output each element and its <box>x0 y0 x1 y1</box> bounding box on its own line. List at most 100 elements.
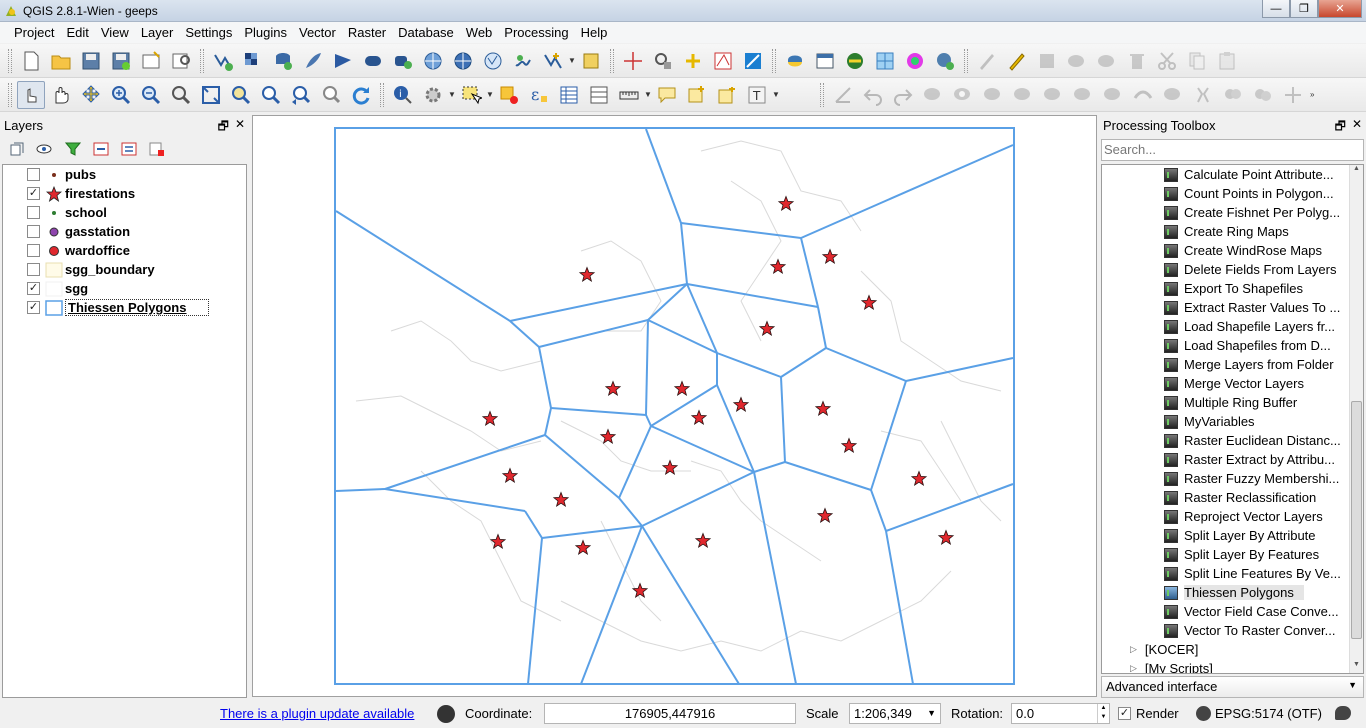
firestation-star[interactable] <box>631 582 649 599</box>
rotate-point-symbols-button[interactable] <box>1279 81 1307 109</box>
run-feature-action-button[interactable] <box>419 81 447 109</box>
firestation-star[interactable] <box>777 195 795 212</box>
add-postgis-layer-button[interactable] <box>269 47 297 75</box>
toolbox-tool-item[interactable]: Load Shapefile Layers fr... <box>1102 317 1363 336</box>
toolbox-tool-item[interactable]: Split Line Features By Ve... <box>1102 564 1363 583</box>
toolbox-tool-item[interactable]: Split Layer By Attribute <box>1102 526 1363 545</box>
coordinate-field[interactable]: 176905,447916 <box>544 703 796 724</box>
render-checkbox[interactable]: ✓ <box>1118 707 1131 720</box>
firestation-star[interactable] <box>661 459 679 476</box>
split-features-button[interactable] <box>1159 81 1187 109</box>
scroll-thumb[interactable] <box>1351 401 1362 639</box>
new-gpx-layer-button[interactable] <box>577 47 605 75</box>
zoom-full-button[interactable] <box>197 81 225 109</box>
zoom-out-button[interactable] <box>137 81 165 109</box>
toolbox-tool-item[interactable]: Count Points in Polygon... <box>1102 184 1363 203</box>
toolbox-tool-item[interactable]: Merge Vector Layers <box>1102 374 1363 393</box>
open-project-button[interactable] <box>47 47 75 75</box>
layer-row[interactable]: wardoffice <box>3 241 246 260</box>
toolbox-tool-item[interactable]: Reproject Vector Layers <box>1102 507 1363 526</box>
float-panel-icon[interactable]: 🗗 <box>1335 117 1346 138</box>
chevron-down-icon[interactable]: ▼ <box>772 90 780 99</box>
new-project-button[interactable] <box>17 47 45 75</box>
firestation-star[interactable] <box>816 507 834 524</box>
interface-mode-select[interactable]: Advanced interface ▼ <box>1101 676 1364 698</box>
zoom-to-layer-button[interactable] <box>227 81 255 109</box>
toolbox-tool-item[interactable]: Raster Euclidean Distanc... <box>1102 431 1363 450</box>
toolbox-tool-item[interactable]: Create WindRose Maps <box>1102 241 1363 260</box>
layer-row[interactable]: ✓ sgg <box>3 279 246 298</box>
reshape-features-button[interactable] <box>1099 81 1127 109</box>
menu-plugins[interactable]: Plugins <box>238 25 293 40</box>
table-manager-button[interactable] <box>811 47 839 75</box>
chevron-right-icon[interactable]: » <box>1310 90 1318 99</box>
firestation-star[interactable] <box>552 491 570 508</box>
menu-processing[interactable]: Processing <box>498 25 574 40</box>
firestation-star[interactable] <box>599 428 617 445</box>
new-print-composer-button[interactable] <box>137 47 165 75</box>
map-tips-button[interactable] <box>653 81 681 109</box>
scale-combobox[interactable]: 1:206,349 ▼ <box>849 703 941 724</box>
messages-icon[interactable] <box>1335 706 1351 720</box>
manage-visibility-button[interactable] <box>34 139 56 159</box>
toolbar-grip[interactable] <box>380 82 384 107</box>
composer-manager-button[interactable] <box>167 47 195 75</box>
chevron-down-icon[interactable]: ▼ <box>448 90 456 99</box>
chevron-down-icon[interactable]: ▼ <box>644 90 652 99</box>
layer-visibility-checkbox[interactable] <box>27 168 40 181</box>
add-oracle-layer-button[interactable] <box>359 47 387 75</box>
menu-view[interactable]: View <box>95 25 135 40</box>
toolbox-tool-item[interactable]: Vector Field Case Conve... <box>1102 602 1363 621</box>
save-project-button[interactable] <box>77 47 105 75</box>
scroll-up-icon[interactable]: ▲ <box>1351 165 1362 177</box>
toolbar-grip[interactable] <box>8 82 12 107</box>
layer-row[interactable]: ✓ firestations <box>3 184 246 203</box>
add-wfs-layer-button[interactable] <box>479 47 507 75</box>
add-wcs-layer-button[interactable] <box>449 47 477 75</box>
show-bookmarks-button[interactable] <box>713 81 741 109</box>
new-bookmark-button[interactable] <box>683 81 711 109</box>
firestation-star[interactable] <box>501 467 519 484</box>
layer-visibility-checkbox[interactable] <box>27 244 40 257</box>
delete-selected-button[interactable] <box>1123 47 1151 75</box>
map-render[interactable] <box>253 116 1098 698</box>
toolbox-tool-item[interactable]: Export To Shapefiles <box>1102 279 1363 298</box>
map-canvas[interactable] <box>252 115 1097 697</box>
digitize-angle-button[interactable] <box>829 81 857 109</box>
toolbox-tool-item[interactable]: Multiple Ring Buffer <box>1102 393 1363 412</box>
select-by-expression-button[interactable]: ε <box>525 81 553 109</box>
float-panel-icon[interactable]: 🗗 <box>218 117 229 138</box>
georeferencer-button[interactable] <box>709 47 737 75</box>
measure-line-button[interactable] <box>615 81 643 109</box>
toolbox-tool-item[interactable]: Calculate Point Attribute... <box>1102 165 1363 184</box>
touch-zoom-pan-button[interactable] <box>17 80 45 109</box>
toolbox-tool-item[interactable]: Merge Layers from Folder <box>1102 355 1363 374</box>
merge-attributes-button[interactable] <box>1249 81 1277 109</box>
save-layer-edits-button[interactable] <box>1033 47 1061 75</box>
firestation-star[interactable] <box>758 320 776 337</box>
move-feature-button[interactable] <box>1093 47 1121 75</box>
toolbox-tool-item[interactable]: Delete Fields From Layers <box>1102 260 1363 279</box>
add-wms-layer-button[interactable] <box>419 47 447 75</box>
toolbox-search-input[interactable]: Search... <box>1101 139 1364 161</box>
coordinate-capture-button[interactable] <box>679 47 707 75</box>
cut-features-button[interactable] <box>1153 47 1181 75</box>
firestation-star[interactable] <box>574 539 592 556</box>
paste-features-button[interactable] <box>1213 47 1241 75</box>
firestation-star[interactable] <box>732 396 750 413</box>
toolbox-tool-item[interactable]: Raster Fuzzy Membershi... <box>1102 469 1363 488</box>
layer-visibility-checkbox[interactable] <box>27 225 40 238</box>
redo-button[interactable] <box>889 81 917 109</box>
zoom-in-button[interactable] <box>107 81 135 109</box>
toolbar-grip[interactable] <box>820 82 824 107</box>
close-window-button[interactable]: ✕ <box>1318 0 1362 18</box>
close-panel-icon[interactable]: ✕ <box>1352 117 1362 138</box>
firestation-star[interactable] <box>690 409 708 426</box>
firestation-star[interactable] <box>673 380 691 397</box>
plugin-manager-button[interactable] <box>931 47 959 75</box>
toolbox-group-item[interactable]: ▷ [My Scripts] <box>1102 659 1363 673</box>
zoom-native-resolution-button[interactable] <box>167 81 195 109</box>
firestation-star[interactable] <box>604 380 622 397</box>
processing-commander-button[interactable] <box>841 47 869 75</box>
toolbox-tool-item[interactable]: Vector To Raster Conver... <box>1102 621 1363 640</box>
